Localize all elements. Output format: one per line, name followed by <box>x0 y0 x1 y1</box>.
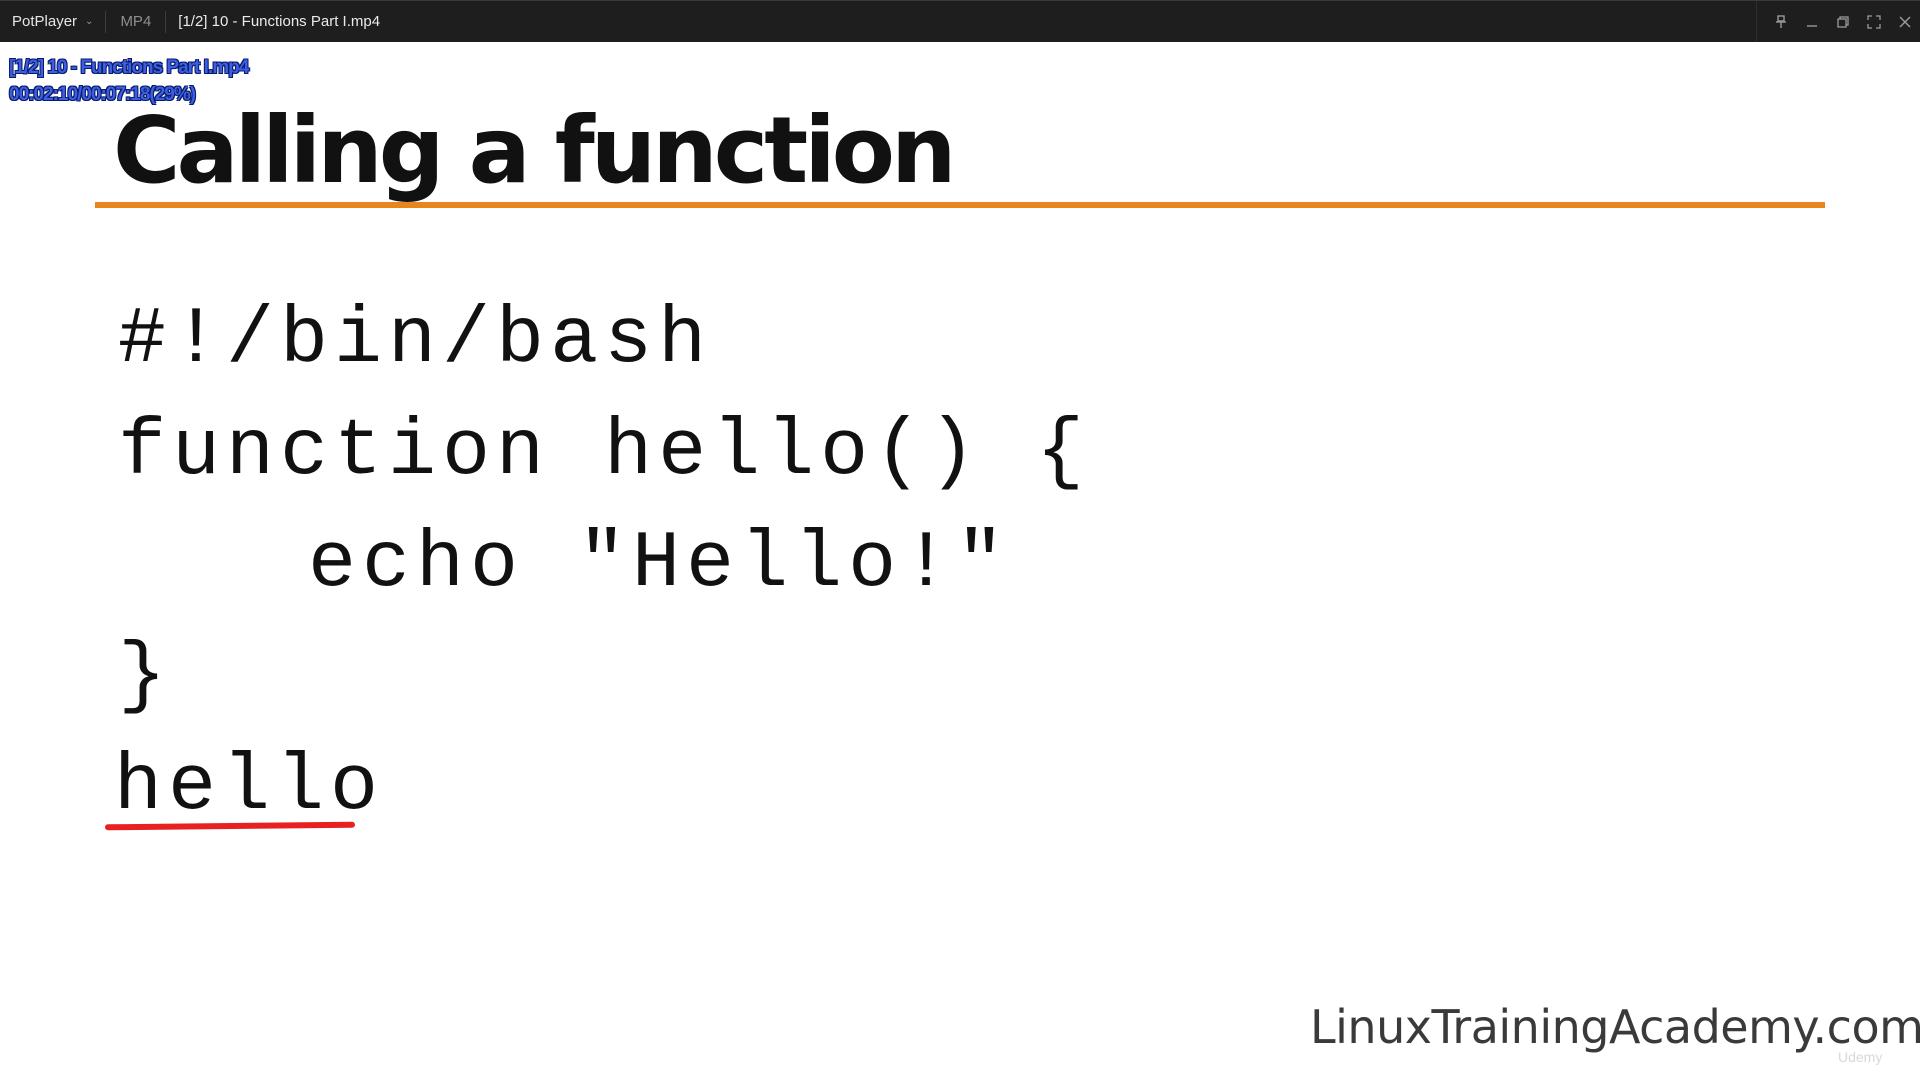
fullscreen-icon <box>1866 15 1881 29</box>
restore-button[interactable] <box>1827 1 1858 43</box>
watermark-text: LinuxTrainingAcademy.com <box>1310 1000 1920 1054</box>
format-label: MP4 <box>120 13 152 30</box>
title-divider <box>95 202 1825 208</box>
code-line-call: hello <box>114 742 385 833</box>
video-surface[interactable]: [1/2] 10 - Functions Part I.mp4 00:02:10… <box>0 42 1920 1080</box>
fullscreen-button[interactable] <box>1858 1 1889 43</box>
divider <box>1756 1 1757 43</box>
slide-title: Calling a function <box>113 97 956 204</box>
app-menu-button[interactable]: PotPlayer ⌄ <box>0 1 105 42</box>
pin-button[interactable] <box>1765 1 1796 43</box>
code-line-echo: echo "Hello!" <box>308 519 1011 610</box>
restore-icon <box>1836 16 1849 28</box>
window-title: [1/2] 10 - Functions Part I.mp4 <box>178 13 381 30</box>
app-name-label: PotPlayer <box>12 13 78 30</box>
window-controls <box>1756 1 1920 43</box>
osd-filename: [1/2] 10 - Functions Part I.mp4 <box>9 57 249 78</box>
close-icon <box>1899 16 1910 28</box>
pin-icon <box>1775 15 1786 28</box>
title-bar: PotPlayer ⌄ MP4 [1/2] 10 - Functions Par… <box>0 0 1920 43</box>
minimize-icon <box>1806 25 1817 27</box>
close-button[interactable] <box>1889 1 1920 43</box>
udemy-logo: Udemy <box>1838 1049 1883 1065</box>
code-line-shebang: #!/bin/bash <box>118 295 713 386</box>
chevron-down-icon: ⌄ <box>85 16 94 27</box>
minimize-button[interactable] <box>1796 1 1827 43</box>
code-line-function-decl: function hello() { <box>118 407 1091 498</box>
code-line-close-brace: } <box>118 631 173 722</box>
